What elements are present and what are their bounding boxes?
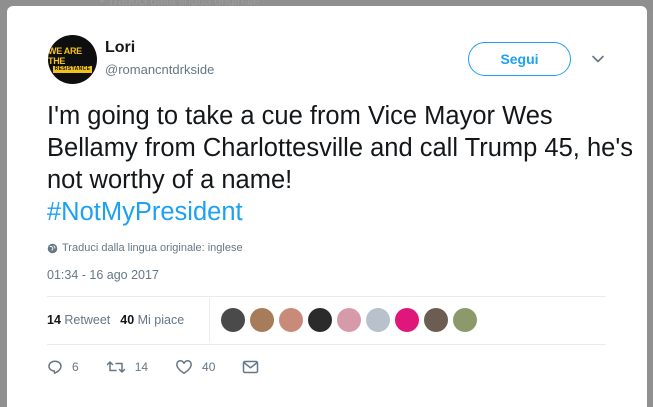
envelope-icon <box>243 360 259 374</box>
follow-button[interactable]: Segui <box>468 42 571 76</box>
divider <box>47 344 606 345</box>
liker-avatar[interactable] <box>424 308 448 332</box>
reply-icon <box>48 360 62 374</box>
tweet-text: I'm going to take a cue from Vice Mayor … <box>47 100 637 228</box>
reply-count: 6 <box>72 360 79 374</box>
translate-label: Traduci dalla lingua originale: inglese <box>62 242 243 254</box>
translate-link[interactable]: Traduci dalla lingua originale: inglese <box>47 242 243 254</box>
retweets-count: 14 <box>47 313 61 327</box>
liker-avatar[interactable] <box>221 308 245 332</box>
tweet-card: WE ARE THE RESISTANCE Lori @romancntdrks… <box>7 6 647 407</box>
liker-avatar[interactable] <box>453 308 477 332</box>
tweet-stats: 14 Retweet 40 Mi piace <box>47 313 184 327</box>
retweet-icon <box>106 361 125 373</box>
author-handle[interactable]: @romancntdrkside <box>105 62 214 77</box>
liker-avatar[interactable] <box>395 308 419 332</box>
reply-button[interactable]: 6 <box>47 359 79 375</box>
author-name[interactable]: Lori <box>105 39 135 57</box>
direct-message-button[interactable] <box>242 360 259 374</box>
liker-avatar[interactable] <box>366 308 390 332</box>
globe-icon <box>47 243 58 253</box>
tweet-timestamp[interactable]: 01:34 - 16 ago 2017 <box>47 268 159 282</box>
retweets-label: Retweet <box>64 313 111 327</box>
liker-avatar[interactable] <box>279 308 303 332</box>
retweet-button[interactable]: 14 <box>106 359 148 375</box>
likes-stat[interactable]: 40 Mi piace <box>120 313 184 327</box>
like-count: 40 <box>202 360 216 374</box>
tweet-body: I'm going to take a cue from Vice Mayor … <box>47 102 633 194</box>
like-button[interactable]: 40 <box>175 359 215 375</box>
stats-separator <box>209 298 210 342</box>
likes-label: Mi piace <box>137 313 185 327</box>
liker-avatar[interactable] <box>250 308 274 332</box>
retweets-stat[interactable]: 14 Retweet <box>47 313 110 327</box>
avatar-text-line1: WE ARE THE <box>48 46 82 66</box>
action-bar: 6 14 40 <box>47 359 286 375</box>
retweet-count: 14 <box>134 360 149 374</box>
heart-icon <box>176 360 192 375</box>
likers-avatars <box>221 308 477 332</box>
likes-count: 40 <box>120 313 135 327</box>
liker-avatar[interactable] <box>337 308 361 332</box>
liker-avatar[interactable] <box>308 308 332 332</box>
chevron-down-icon[interactable] <box>591 52 605 66</box>
hashtag-link[interactable]: #NotMyPresident <box>47 198 243 226</box>
avatar-text-line2: RESISTANCE <box>52 66 93 73</box>
avatar[interactable]: WE ARE THE RESISTANCE <box>48 35 97 84</box>
divider <box>47 296 606 297</box>
